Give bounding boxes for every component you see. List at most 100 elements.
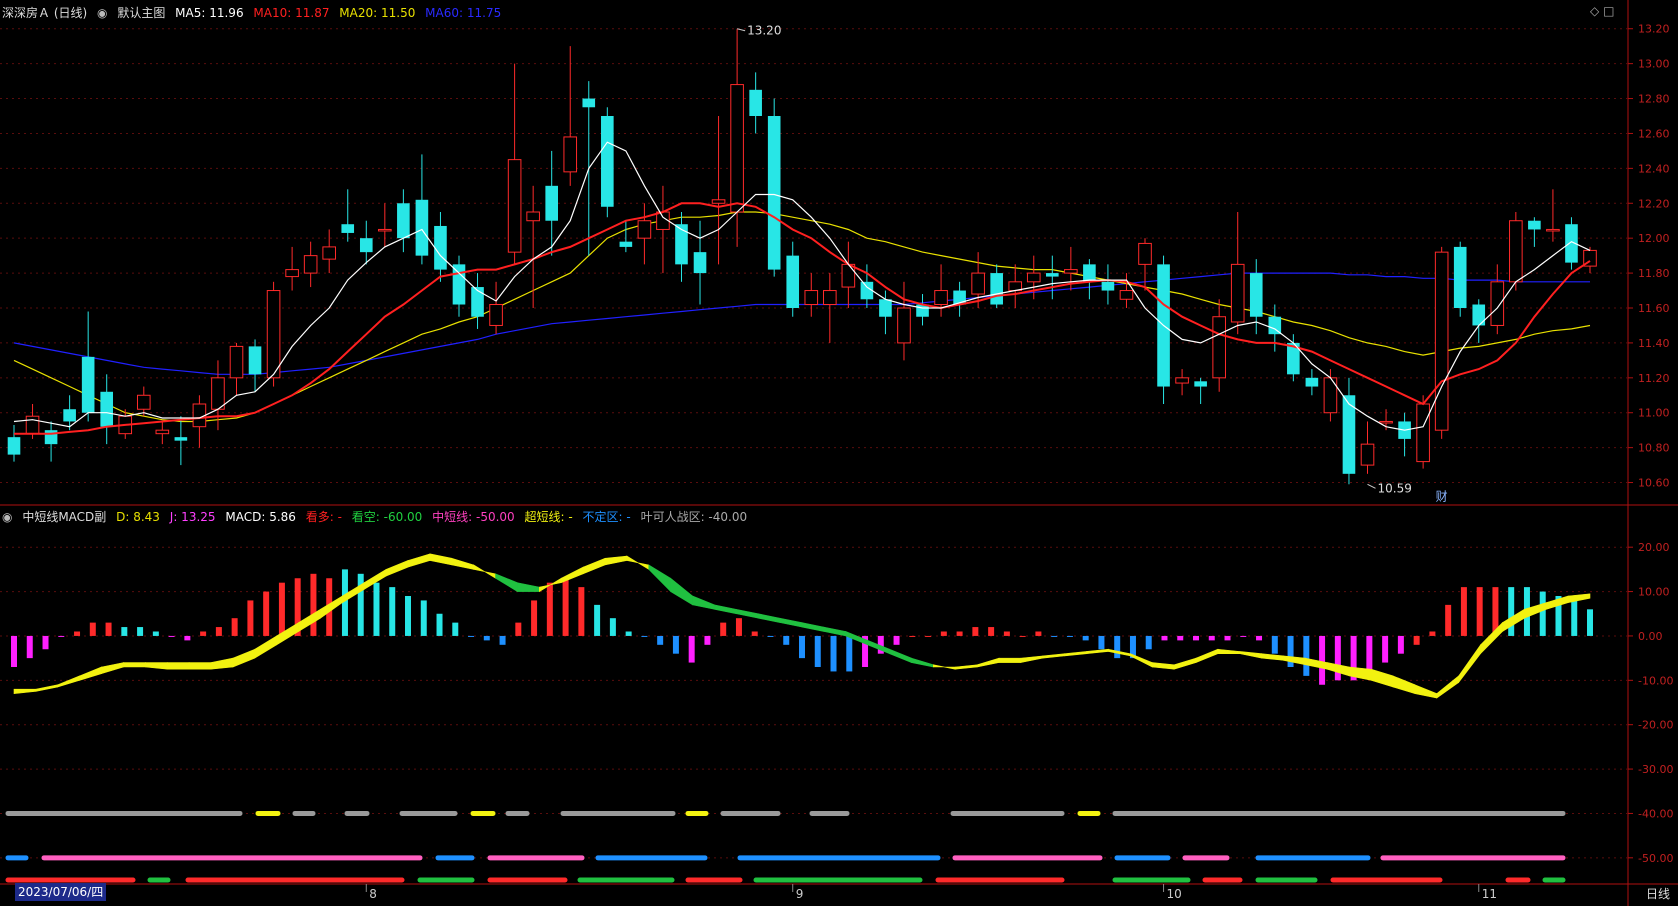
macd-bar [515, 622, 522, 636]
macd-bar [625, 631, 632, 636]
candle-body [1119, 290, 1134, 300]
candle-body [1472, 304, 1486, 326]
macd-bar [1082, 635, 1089, 641]
macd-ribbon-segment [1064, 651, 1087, 657]
macd-bar [657, 635, 664, 645]
candle-body [1416, 403, 1430, 463]
macd-bar [940, 631, 947, 636]
macd-bar [452, 622, 459, 636]
settings-icon[interactable]: ◉ [2, 510, 12, 524]
candle-body [285, 269, 299, 278]
macd-ribbon-segment [1086, 648, 1109, 655]
macd-bar [200, 631, 207, 636]
candle-body [1230, 263, 1245, 323]
candle-body [25, 415, 40, 435]
macd-ribbon-segment [254, 635, 277, 659]
y-tick-label: -40.00 [1638, 807, 1673, 820]
candle-body [730, 84, 744, 213]
mid-value: 中短线: -50.00 [432, 510, 515, 524]
main-chart-header: 深深房Ａ (日线) ◉ 默认主图 MA5: 11.96 MA10: 11.87 … [2, 4, 507, 21]
macd-bar [799, 635, 805, 659]
candle-body [1528, 220, 1541, 230]
macd-bar [1508, 587, 1515, 636]
macd-bar [1366, 635, 1373, 672]
macd-ribbon-segment [1151, 662, 1175, 670]
macd-bar [1539, 591, 1546, 636]
diamond-icon[interactable]: ◇ [1590, 4, 1599, 18]
macd-ribbon-segment [57, 675, 80, 688]
y-tick-label: 11.80 [1638, 267, 1670, 280]
macd-ribbon-segment [1261, 653, 1284, 661]
macd-ribbon-segment [1480, 621, 1503, 655]
candle-body [378, 228, 392, 232]
macd-bar [641, 635, 648, 637]
y-tick-label: 11.60 [1638, 302, 1670, 315]
macd-ribbon-segment [451, 557, 474, 570]
macd-bar [499, 635, 506, 645]
macd-bar [1397, 635, 1404, 654]
macd-ribbon-segment [473, 564, 496, 579]
candle-body [1138, 242, 1152, 265]
macd-bar [168, 635, 175, 637]
macd-ribbon-segment [1458, 643, 1481, 684]
macd-ribbon-segment [757, 613, 781, 623]
candle-body [1083, 264, 1096, 282]
macd-ribbon-segment [101, 662, 124, 675]
candle-body [303, 255, 318, 274]
period-label[interactable]: 日线 [1646, 885, 1670, 902]
candle-body [1379, 420, 1393, 424]
macd-bar [405, 596, 411, 636]
macd-bar [1445, 604, 1452, 636]
ma20-line [13, 211, 1591, 423]
long-value: 看多: - [305, 510, 342, 524]
macd-bar [121, 627, 128, 636]
candle-body [749, 89, 762, 116]
candle-body [1194, 381, 1207, 387]
macd-bar [1382, 635, 1389, 663]
candle-body [1175, 377, 1189, 384]
main-chart-selector[interactable]: 默认主图 [117, 6, 165, 20]
macd-ribbon-segment [911, 657, 934, 668]
candle-body [507, 159, 522, 253]
macd-bar [1161, 635, 1168, 641]
macd-bar [1319, 635, 1326, 685]
macd-bar [893, 635, 900, 645]
macd-bar [1303, 635, 1310, 676]
macd-bar [215, 627, 222, 636]
macd-bar [1051, 635, 1058, 637]
x-tick-label: 9 [796, 887, 804, 901]
macd-bar [925, 635, 932, 637]
macd-ribbon-segment [1020, 655, 1044, 663]
macd-ribbon-segment [517, 582, 540, 592]
macd-ribbon-segment [1173, 657, 1197, 670]
macd-bar [909, 635, 916, 637]
candle-body [322, 246, 337, 260]
macd-bar [1098, 635, 1105, 650]
window-icon[interactable]: □ [1603, 4, 1614, 18]
macd-bar [89, 622, 96, 636]
macd-value: MACD: 5.86 [225, 510, 296, 524]
macd-ribbon-segment [801, 622, 825, 632]
indicator-selector[interactable]: 中短线MACD副 [22, 510, 106, 524]
candle-body [545, 185, 558, 221]
ma60-value: MA60: 11.75 [425, 6, 502, 20]
macd-bar [420, 600, 427, 636]
candle-body [229, 345, 244, 379]
macd-bar [1240, 635, 1247, 637]
macd-ribbon-segment [1042, 653, 1065, 659]
settings-icon[interactable]: ◉ [97, 6, 107, 20]
macd-ribbon-segment [823, 626, 847, 637]
macd-bar [1019, 635, 1026, 637]
macd-ribbon-segment [123, 662, 146, 668]
macd-bar [247, 600, 254, 636]
zone-value: 叶可人战区: -40.00 [640, 510, 748, 524]
y-tick-label: -10.00 [1638, 674, 1673, 687]
ma5-value: MA5: 11.96 [175, 6, 244, 20]
candle-body [823, 290, 837, 306]
macd-ribbon-segment [954, 664, 978, 670]
macd-ribbon-segment [188, 662, 212, 670]
y-tick-label: 13.20 [1638, 23, 1670, 36]
candle-body [1305, 377, 1319, 387]
macd-bar [830, 635, 837, 672]
candle-body [675, 224, 688, 265]
